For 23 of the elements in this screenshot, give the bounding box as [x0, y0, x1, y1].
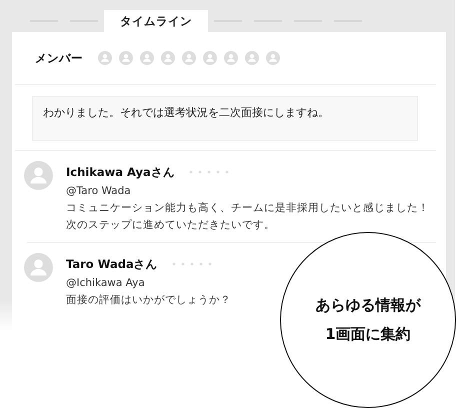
callout-text: 1画面に集約	[325, 325, 411, 344]
members-label: メンバー	[35, 50, 83, 66]
avatar-icon	[24, 253, 53, 282]
message-box: わかりました。それでは選考状況を二次面接にしますね。	[32, 96, 418, 141]
avatar-icon	[203, 51, 217, 65]
avatar-icon	[119, 51, 133, 65]
avatar-icon	[182, 51, 196, 65]
avatar-icon	[224, 51, 238, 65]
commenter-name: Taro Wadaさん	[66, 256, 158, 272]
mention: @Ichikawa Aya	[66, 276, 146, 291]
avatar-icon	[140, 51, 154, 65]
mention: @Taro Wada	[66, 184, 132, 199]
avatar-icon	[98, 51, 112, 65]
commenter-name: Ichikawa Ayaさん	[66, 164, 175, 180]
comment-text: コミュニケーション能力も高く、チームに是非採用したいと感じました！	[66, 201, 429, 216]
avatar-icon	[24, 161, 53, 190]
avatar-icon	[266, 51, 280, 65]
avatar-icon	[161, 51, 175, 65]
tab[interactable]: タイムライン	[104, 10, 208, 32]
callout-text: あらゆる情報が	[316, 296, 420, 315]
comment-text: 次のステップに進めていただきたいです。	[66, 218, 276, 233]
avatar-icon	[245, 51, 259, 65]
comment-text: 面接の評価はいかがでしょうか？	[66, 293, 231, 308]
